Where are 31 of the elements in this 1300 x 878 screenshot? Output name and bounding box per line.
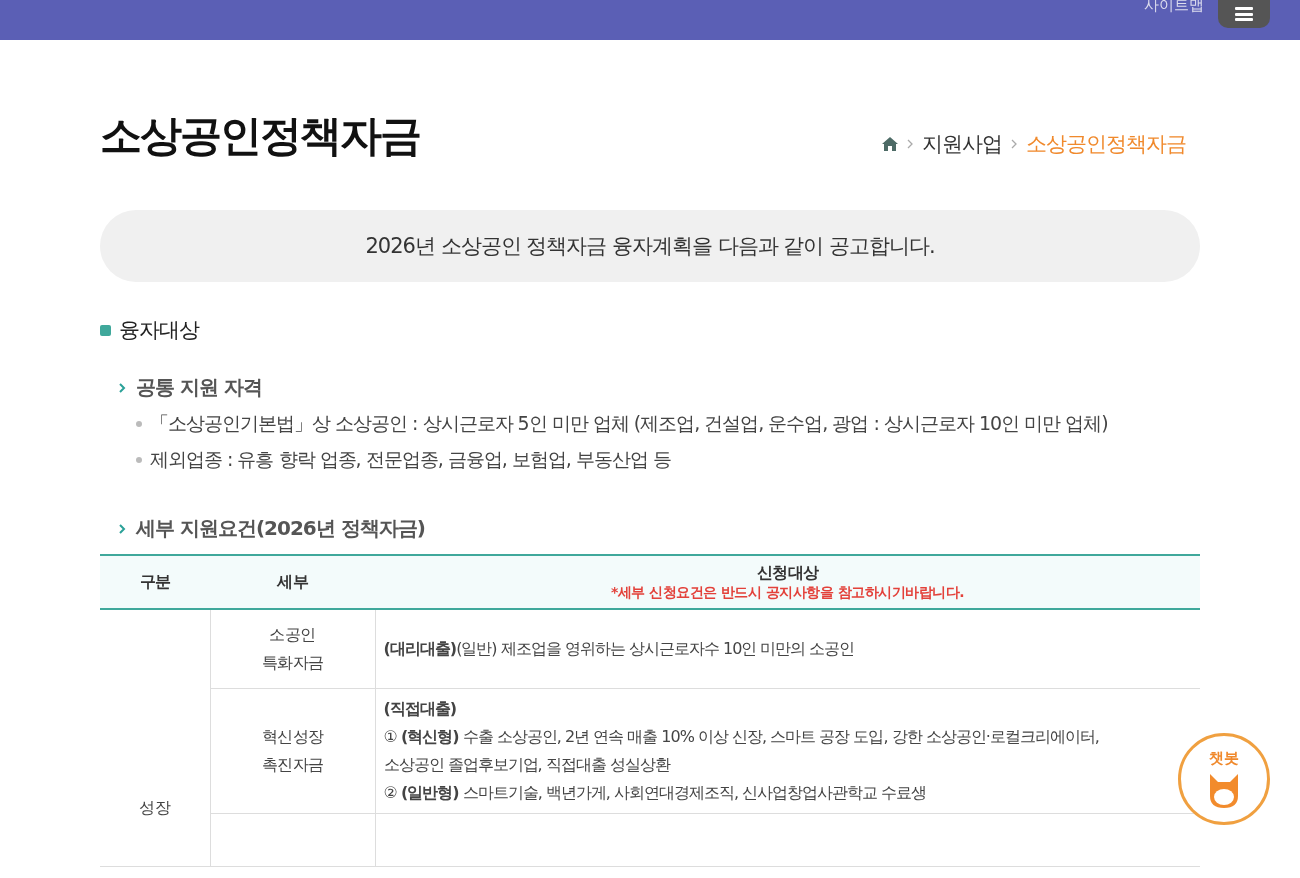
chevron-icon	[118, 522, 126, 535]
notice-banner: 2026년 소상공인 정책자금 융자계획을 다음과 같이 공고합니다.	[100, 210, 1200, 282]
subsection-heading: 공통 지원 자격	[136, 374, 262, 401]
chevron-icon	[118, 381, 126, 394]
chevron-icon	[906, 138, 914, 150]
table-header: 구분	[100, 555, 210, 609]
table-cell: 성장	[139, 798, 171, 817]
bullet-text: 「소상공인기본법」상 소상공인 : 상시근로자 5인 미만 업체 (제조업, 건설업, 운수업, 광업 : 상시근로자 10인 미만 업체)	[150, 411, 1108, 436]
table-cell: 혁신성장 촉진자금	[261, 727, 324, 774]
table-cell-text: (직접대출)	[383, 698, 458, 720]
bullet-icon	[100, 324, 111, 336]
table-cell-text: ② (일반형) 스마트기술, 백년가게, 사회연대경제조직, 신사업창업사관학교 수료생	[383, 782, 928, 804]
table-header: 세부	[210, 555, 375, 609]
subsection-heading: 세부 지원요건(2026년 정책자금)	[136, 515, 425, 542]
bullet-text: 제외업종 : 유흥 향락 업종, 전문업종, 금융업, 보험업, 부동산업 등	[150, 447, 671, 472]
home-icon[interactable]	[882, 137, 898, 151]
table-header: 신청대상	[755, 562, 820, 584]
bullet-icon	[136, 457, 142, 463]
table-cell-text: ① (혁신형) 수출 소상공인, 2년 연속 매출 10% 이상 신장, 스마트 공장 도입, 강한 소상공인·로컬크리에이터, 소상공인 졸업후보기업, 직접대출 성실상환	[383, 726, 1100, 776]
table-note: *세부 신청요건은 반드시 공지사항을 참고하시기바랍니다.	[609, 583, 966, 602]
chevron-icon	[1010, 138, 1018, 150]
table-cell: 소공인 특화자금	[261, 625, 324, 672]
breadcrumb-link[interactable]: 지원사업	[922, 130, 1002, 158]
chatbot-button[interactable]: 챗봇	[1178, 733, 1270, 825]
bullet-icon	[136, 421, 142, 427]
page-title: 소상공인정책자금	[100, 110, 420, 162]
breadcrumb-link[interactable]: 소상공인정책자금	[1026, 130, 1186, 158]
menu-button[interactable]	[1218, 0, 1270, 28]
section-heading: 융자대상	[119, 317, 199, 344]
menu-icon	[1235, 7, 1253, 21]
table-cell-text: (대리대출)(일반) 제조업을 영위하는 상시근로자수 10인 미만의 소공인	[383, 638, 856, 660]
